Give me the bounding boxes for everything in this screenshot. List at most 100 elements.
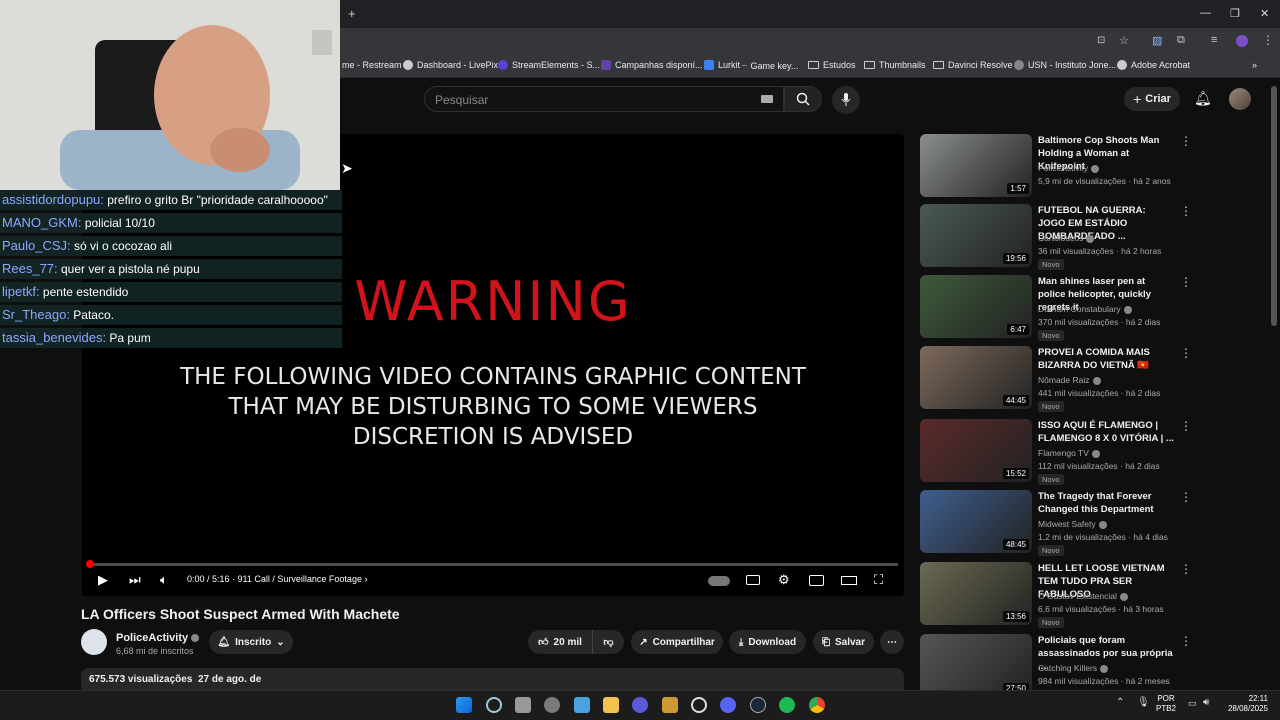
progress-scrubber[interactable] [86, 560, 94, 568]
dislike-button[interactable]: 👎︎ [592, 630, 624, 654]
bookmark-item[interactable]: Campanhas disponí... [601, 60, 703, 70]
star-icon[interactable]: ☆ [1119, 34, 1129, 47]
bookmark-item[interactable]: ⎯ Game key... [742, 60, 798, 71]
recommended-channel[interactable]: O Gustav Existencial [1038, 591, 1128, 601]
scrollbar[interactable] [1271, 86, 1277, 326]
subtitles-icon[interactable] [746, 575, 760, 585]
discord-icon[interactable] [720, 697, 736, 713]
settings-taskbar-icon[interactable] [544, 697, 560, 713]
channel-avatar[interactable] [81, 629, 107, 655]
bookmark-folder[interactable]: Thumbnails [864, 60, 926, 70]
recommended-video[interactable]: 19:56 FUTEBOL NA GUERRA: JOGO EM ESTÁDIO… [920, 204, 1272, 270]
volume-icon[interactable]: 🔈︎ [160, 572, 168, 588]
video-thumbnail[interactable]: 6:47 [920, 275, 1032, 338]
recommended-video[interactable]: 44:45 PROVEI A COMIDA MAIS BIZARRA DO VI… [920, 346, 1272, 412]
video-thumbnail[interactable]: 44:45 [920, 346, 1032, 409]
recommended-video[interactable]: 13:56 HELL LET LOOSE VIETNAM TEM TUDO PR… [920, 562, 1272, 628]
app-icon[interactable] [662, 697, 678, 713]
more-options-icon[interactable]: ⋮ [1180, 562, 1192, 576]
fullscreen-icon[interactable]: ⛶ [874, 572, 883, 588]
recommended-video[interactable]: 48:45 The Tragedy that Forever Changed t… [920, 490, 1272, 556]
notifications-bell-icon[interactable]: 🔔︎ [1194, 90, 1212, 107]
more-options-icon[interactable]: ⋮ [1180, 204, 1192, 218]
chapter-label[interactable]: 911 Call / Surveillance Footage [238, 574, 362, 584]
voice-search-button[interactable] [832, 86, 860, 114]
theater-mode-icon[interactable] [841, 576, 857, 585]
bookmark-item[interactable]: Dashboard - LivePix [403, 60, 498, 70]
extension-icon[interactable]: ▨ [1152, 34, 1162, 47]
steam-icon[interactable] [750, 697, 766, 713]
close-window-icon[interactable]: ✕ [1260, 7, 1269, 20]
play-icon[interactable]: ▶ [98, 572, 108, 588]
spotify-icon[interactable] [779, 697, 795, 713]
tray-mic-icon[interactable]: 🎙︎ [1137, 697, 1150, 708]
bookmark-item[interactable]: me - Restream [342, 60, 402, 70]
video-thumbnail[interactable]: 19:56 [920, 204, 1032, 267]
more-options-icon[interactable]: ⋮ [1180, 490, 1192, 504]
chrome-icon[interactable] [809, 697, 825, 713]
share-button[interactable]: ↗ Compartilhar [631, 630, 723, 654]
more-options-icon[interactable]: ⋮ [1180, 275, 1192, 289]
autoplay-toggle[interactable] [708, 576, 730, 586]
more-options-icon[interactable]: ⋮ [1180, 419, 1192, 433]
recommended-channel[interactable]: Midwest Safety [1038, 519, 1107, 529]
bookmark-item[interactable]: USN - Instituto Jone... [1014, 60, 1116, 70]
restore-icon[interactable]: ❐ [1230, 7, 1240, 20]
app-icon[interactable] [632, 697, 648, 713]
video-thumbnail[interactable]: 15:52 [920, 419, 1032, 482]
search-button[interactable] [784, 86, 822, 112]
video-thumbnail[interactable]: 1:57 [920, 134, 1032, 197]
more-options-icon[interactable]: ⋮ [1180, 134, 1192, 148]
next-icon[interactable]: ⏭︎ [129, 572, 141, 588]
recommended-channel[interactable]: Durham Constabulary [1038, 304, 1132, 314]
new-tab-icon[interactable]: + [348, 6, 356, 21]
search-taskbar-icon[interactable] [486, 697, 502, 713]
channel-name[interactable]: PoliceActivity [116, 632, 200, 644]
video-thumbnail[interactable]: 13:56 [920, 562, 1032, 625]
bookmark-folder[interactable]: Davinci Resolve [933, 60, 1013, 70]
recommended-channel[interactable]: PoliceActivity [1038, 163, 1100, 173]
keyboard-icon[interactable] [761, 95, 773, 103]
more-bookmarks-icon[interactable]: » [1252, 60, 1257, 70]
save-button[interactable]: ⎗ Salvar [813, 630, 874, 654]
recommended-video[interactable]: 27:50 Policiais que foram assassinados p… [920, 634, 1272, 698]
task-view-icon[interactable] [515, 697, 531, 713]
install-app-icon[interactable]: ⊡ [1097, 35, 1105, 46]
file-explorer-icon[interactable] [603, 697, 619, 713]
download-button[interactable]: ⤓ Download [729, 630, 806, 654]
volume-tray-icon[interactable]: 🔊︎ [1203, 697, 1209, 708]
more-actions-button[interactable]: ⋯ [880, 630, 904, 654]
recommended-channel[interactable]: Catching Killers [1038, 663, 1109, 673]
video-thumbnail[interactable]: 48:45 [920, 490, 1032, 553]
like-button[interactable]: 👍︎ 20 mil [528, 630, 592, 654]
menu-icon[interactable]: ⋮ [1262, 33, 1274, 47]
recommended-channel[interactable]: Nômade Raiz [1038, 375, 1101, 385]
miniplayer-icon[interactable] [809, 575, 824, 586]
recommended-video[interactable]: 15:52 ISSO AQUI É FLAMENGO | FLAMENGO 8 … [920, 419, 1272, 485]
progress-bar[interactable] [88, 563, 898, 566]
settings-gear-icon[interactable]: ⚙ [778, 572, 790, 588]
recommended-title[interactable]: ISSO AQUI É FLAMENGO | FLAMENGO 8 X 0 VI… [1038, 419, 1174, 445]
keyboard-language[interactable]: POR PTB2 [1156, 694, 1176, 714]
recommended-title[interactable]: PROVEI A COMIDA MAIS BIZARRA DO VIETNÃ 🇻… [1038, 346, 1174, 372]
recommended-video[interactable]: 1:57 Baltimore Cop Shoots Man Holding a … [920, 134, 1272, 198]
recommended-channel[interactable]: Flamengo TV [1038, 448, 1100, 458]
tray-chevron-icon[interactable]: ⌃ [1116, 697, 1124, 708]
bookmark-folder[interactable]: Estudos [808, 60, 856, 70]
display-icon[interactable]: ▭ [1188, 698, 1197, 709]
windows-start-icon[interactable] [456, 697, 472, 713]
obs-icon[interactable] [691, 697, 707, 713]
avatar[interactable] [1229, 88, 1251, 110]
recommended-title[interactable]: The Tragedy that Forever Changed this De… [1038, 490, 1174, 516]
media-icon[interactable]: ≡ [1211, 34, 1217, 46]
bookmark-item[interactable]: Lurkit [704, 60, 740, 70]
more-options-icon[interactable]: ⋮ [1180, 346, 1192, 360]
profile-icon[interactable] [1236, 35, 1248, 47]
more-options-icon[interactable]: ⋮ [1180, 634, 1192, 648]
puzzle-icon[interactable]: ⧉ [1177, 34, 1185, 47]
bookmark-item[interactable]: Adobe Acrobat [1117, 60, 1190, 70]
recommended-video[interactable]: 6:47 Man shines laser pen at police heli… [920, 275, 1272, 341]
create-button[interactable]: + Criar [1124, 87, 1180, 111]
subscribed-button[interactable]: 🔔︎ Inscrito ⌄ [209, 630, 293, 654]
video-thumbnail[interactable]: 27:50 [920, 634, 1032, 697]
